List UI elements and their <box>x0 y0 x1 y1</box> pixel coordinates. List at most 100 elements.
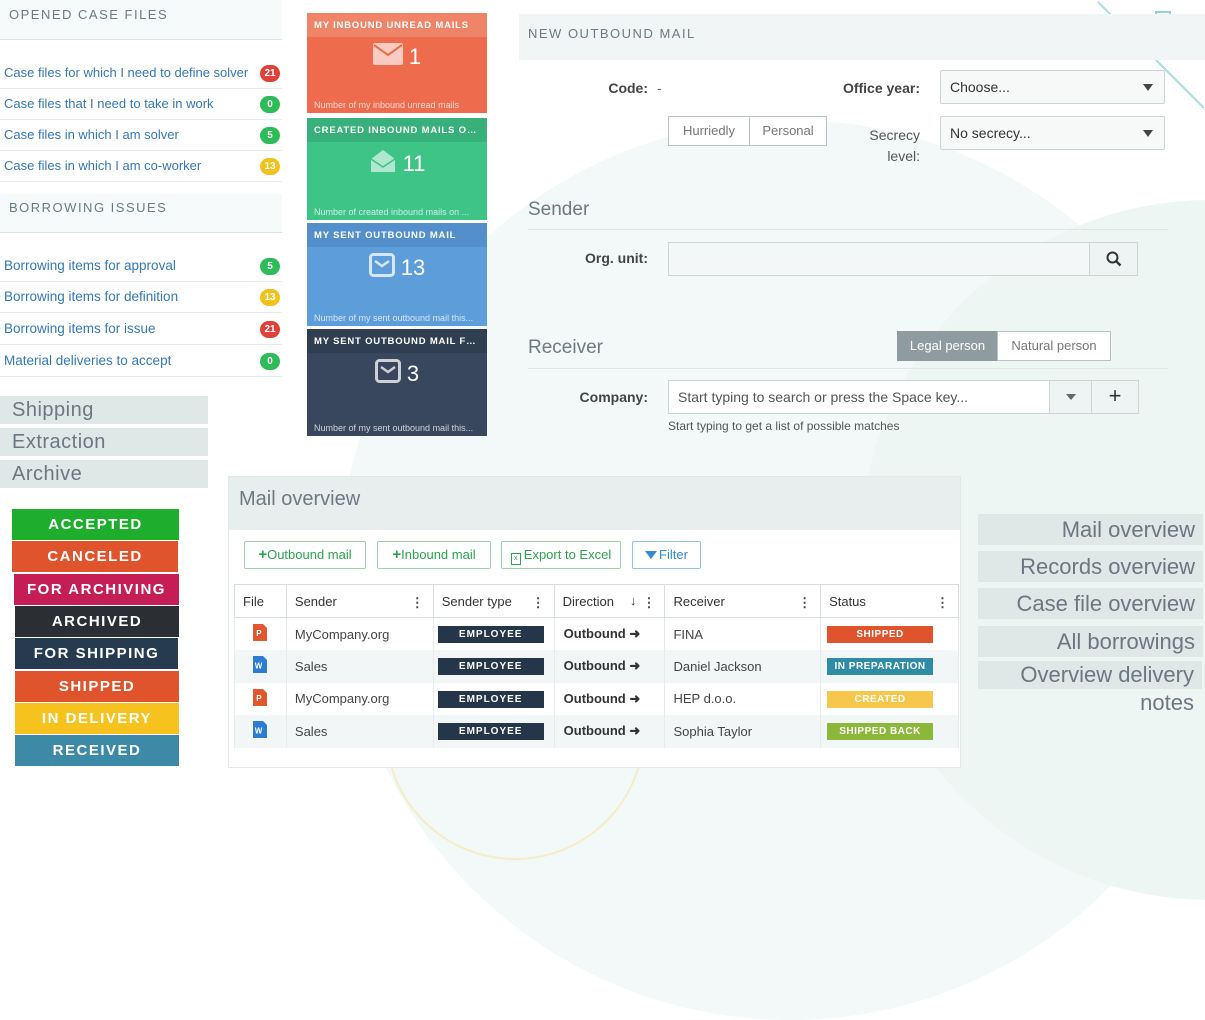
secrecy-label-line1: Secrecy <box>869 127 920 143</box>
file-cell: W <box>234 715 287 748</box>
list-item-label: Material deliveries to accept <box>4 353 172 368</box>
excel-icon: x <box>510 553 521 565</box>
dashboard-tile[interactable]: MY SENT OUTBOUND MAIL FRO... 3 Number of m… <box>307 329 487 436</box>
status-cell: SHIPPED BACK <box>820 715 959 748</box>
list-item[interactable]: Case files in which I am co-worker 13 <box>0 151 282 182</box>
envelope-square-icon <box>368 253 395 283</box>
status-button-in-delivery[interactable]: IN DELIVERY <box>15 702 179 734</box>
column-header-receiver[interactable]: Receiver ⋮ <box>664 584 822 618</box>
status-button-canceled[interactable]: CANCELED <box>12 541 178 573</box>
dashboard-tile[interactable]: MY INBOUND UNREAD MAILS 1 Number of my inb… <box>307 13 487 113</box>
list-item[interactable]: Case files that I need to take in work 0 <box>0 89 282 120</box>
status-button-archived[interactable]: ARCHIVED <box>15 605 179 637</box>
nav-link-extraction[interactable]: Extraction <box>0 428 208 456</box>
nav-link-overview-delivery-notes[interactable]: Overview delivery notes <box>978 661 1202 715</box>
org-unit-search-button[interactable] <box>1089 242 1138 276</box>
status-badge: SHIPPED <box>827 626 934 643</box>
direction-cell: Outbound ➜ <box>553 715 666 748</box>
hurriedly-toggle[interactable]: Hurriedly <box>668 116 750 146</box>
tile-value: 11 <box>402 151 426 176</box>
pdf-file-icon[interactable]: P <box>253 688 267 706</box>
status-button-accepted[interactable]: ACCEPTED <box>12 509 179 540</box>
company-input[interactable]: Start typing to search or press the Spac… <box>668 380 1050 414</box>
column-header-direction[interactable]: Direction ↓ ⋮ <box>553 584 666 618</box>
sender-cell: MyCompany.org <box>285 682 434 715</box>
nav-link-archive[interactable]: Archive <box>0 460 208 488</box>
inbound-mail-button[interactable]: +Inbound mail <box>377 541 491 569</box>
tile-value-row: 11 <box>307 148 487 180</box>
table-row[interactable]: P MyCompany.org EMPLOYEE Outbound ➜ FINA SHIP… <box>234 617 959 650</box>
office-year-select[interactable]: Choose... <box>940 70 1165 104</box>
list-item-label: Case files in which I am solver <box>4 127 179 142</box>
list-item-label: Borrowing items for issue <box>4 321 156 336</box>
column-header-label: Direction <box>562 593 614 609</box>
list-item[interactable]: Borrowing items for approval 5 <box>0 251 282 282</box>
svg-text:W: W <box>255 662 263 671</box>
office-year-label: Office year: <box>842 80 920 96</box>
column-header-sender-type[interactable]: Sender type ⋮ <box>432 584 555 618</box>
sort-down-icon[interactable]: ↓ <box>630 593 637 608</box>
list-item[interactable]: Material deliveries to accept 0 <box>0 346 282 377</box>
secrecy-label: Secrecy level: <box>820 125 920 167</box>
company-add-button[interactable]: + <box>1091 380 1139 414</box>
column-menu-icon[interactable]: ⋮ <box>798 595 811 611</box>
secrecy-select[interactable]: No secrecy... <box>940 116 1165 150</box>
sender-type-cell: EMPLOYEE <box>432 617 555 650</box>
tile-title: MY SENT OUTBOUND MAIL FRO... <box>307 329 487 353</box>
column-menu-icon[interactable]: ⋮ <box>411 595 424 611</box>
list-item[interactable]: Case files in which I am solver 5 <box>0 120 282 151</box>
word-file-icon[interactable]: W <box>253 721 267 739</box>
column-menu-icon[interactable]: ⋮ <box>642 595 655 611</box>
outbound-mail-button[interactable]: +Outbound mail <box>244 541 366 569</box>
mail-overview-panel: Mail overview +Outbound mail +Inbound ma… <box>228 476 961 768</box>
filter-icon <box>645 551 658 559</box>
svg-text:P: P <box>256 694 262 703</box>
natural-person-toggle[interactable]: Natural person <box>997 331 1111 361</box>
dashboard-tile[interactable]: MY SENT OUTBOUND MAIL 13 Number of my sent… <box>307 223 487 326</box>
status-button-shipped[interactable]: SHIPPED <box>15 670 179 702</box>
nav-link-all-borrowings[interactable]: All borrowings <box>978 626 1203 657</box>
list-item[interactable]: Borrowing items for definition 13 <box>0 282 282 313</box>
sender-type-badge: EMPLOYEE <box>437 723 544 741</box>
column-header-file[interactable]: File <box>234 584 287 618</box>
tile-footer: Number of created inbound mails on ... <box>314 207 470 217</box>
column-header-status[interactable]: Status ⋮ <box>820 584 959 618</box>
dashboard-tile[interactable]: CREATED INBOUND MAILS ON ... 11 Number of … <box>307 118 487 220</box>
status-badge: SHIPPED BACK <box>827 723 934 741</box>
filter-button[interactable]: Filter <box>632 541 701 569</box>
column-header-sender[interactable]: Sender ⋮ <box>285 584 434 618</box>
count-badge: 0 <box>260 353 280 370</box>
nav-link-shipping[interactable]: Shipping <box>0 396 208 424</box>
personal-toggle[interactable]: Personal <box>749 116 827 146</box>
column-menu-icon[interactable]: ⋮ <box>936 595 949 611</box>
export-excel-button[interactable]: x Export to Excel <box>501 541 621 569</box>
org-unit-label: Org. unit: <box>585 250 648 266</box>
nav-link-mail-overview[interactable]: Mail overview <box>978 514 1203 545</box>
column-header-label: Receiver <box>673 593 725 609</box>
company-dropdown-button[interactable] <box>1049 380 1092 414</box>
status-button-received[interactable]: RECEIVED <box>15 735 179 767</box>
search-icon <box>1106 251 1121 267</box>
pdf-file-icon[interactable]: P <box>253 624 267 641</box>
tile-title: CREATED INBOUND MAILS ON ... <box>307 118 487 142</box>
column-header-label: Sender type <box>441 593 512 609</box>
arrow-right-icon: ➜ <box>629 690 641 706</box>
org-unit-input[interactable] <box>668 242 1090 276</box>
table-row[interactable]: W Sales EMPLOYEE Outbound ➜ Daniel Jackson IN… <box>234 650 959 683</box>
table-row[interactable]: P MyCompany.org EMPLOYEE Outbound ➜ HEP d.o.… <box>234 682 959 715</box>
table-body: P MyCompany.org EMPLOYEE Outbound ➜ FINA SHIP… <box>234 617 959 748</box>
status-button-for-shipping[interactable]: FOR SHIPPING <box>15 638 178 670</box>
word-file-icon[interactable]: W <box>253 656 267 674</box>
direction-label: Outbound <box>563 723 626 739</box>
nav-link-case-file-overview[interactable]: Case file overview <box>978 588 1203 619</box>
office-year-value: Choose... <box>950 79 1010 95</box>
mail-overview-title: Mail overview <box>229 477 960 530</box>
borrowing-section: BORROWING ISSUES <box>0 194 282 233</box>
nav-link-records-overview[interactable]: Records overview <box>978 551 1203 582</box>
table-row[interactable]: W Sales EMPLOYEE Outbound ➜ Sophia Taylor SHI… <box>234 715 959 748</box>
list-item[interactable]: Case files for which I need to define so… <box>0 58 282 89</box>
list-item[interactable]: Borrowing items for issue 21 <box>0 314 282 345</box>
column-menu-icon[interactable]: ⋮ <box>532 595 545 611</box>
status-button-for-archiving[interactable]: FOR ARCHIVING <box>14 573 179 605</box>
legal-person-toggle[interactable]: Legal person <box>897 331 998 361</box>
